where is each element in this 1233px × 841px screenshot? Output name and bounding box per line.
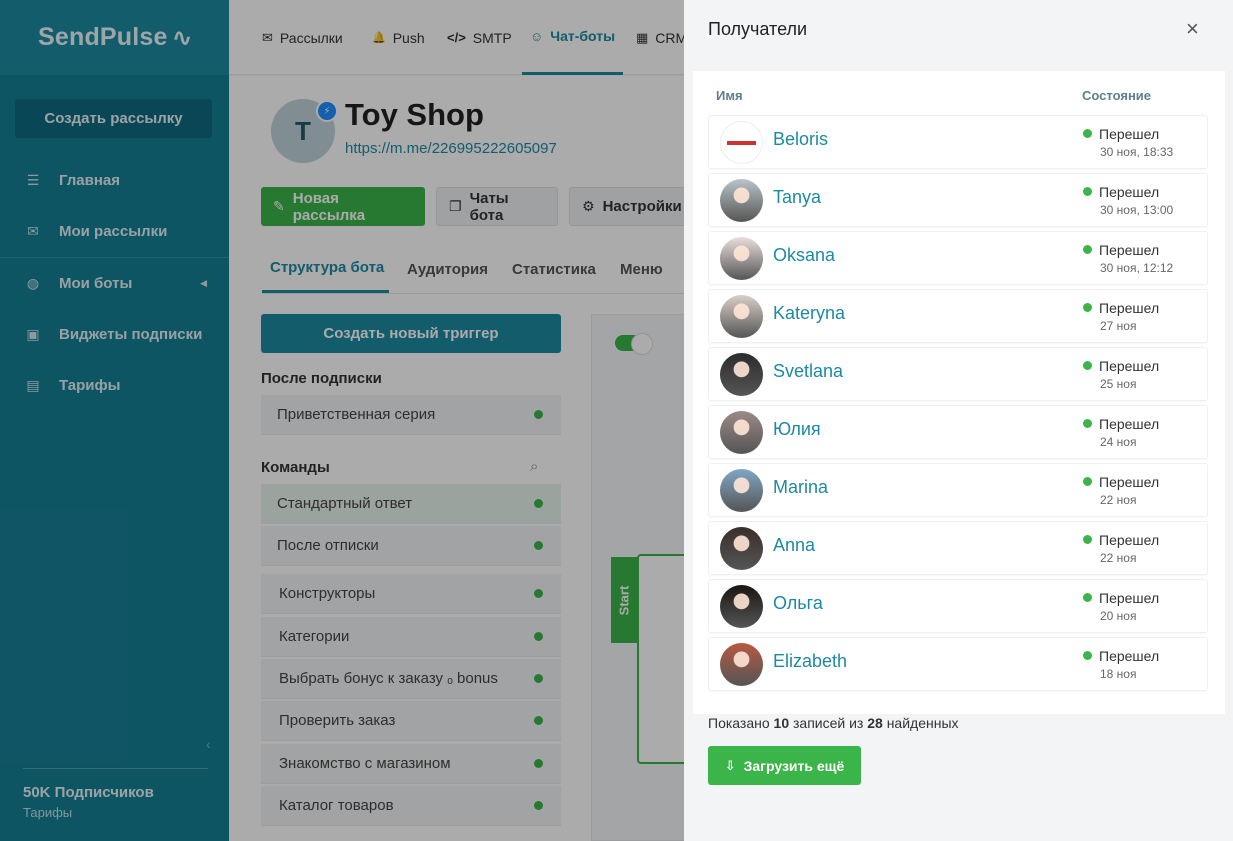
avatar [720,237,763,280]
recipient-row[interactable]: Elizabeth Перешел 18 ноя [708,637,1208,691]
recipient-row[interactable]: Kateryna Перешел 27 ноя [708,289,1208,343]
recipient-row[interactable]: Ольга Перешел 20 ноя [708,579,1208,633]
recipient-date: 27 ноя [1100,319,1137,333]
recipient-state: Перешел [1099,126,1160,142]
recipient-date: 30 ноя, 18:33 [1100,145,1174,159]
recipients-list: Имя Состояние Beloris Перешел 30 ноя, 18:3… [693,71,1225,714]
results-summary: Показано 10 записей из 28 найденных [708,715,959,731]
recipient-state: Перешел [1099,532,1160,548]
summary-text: найденных [886,715,959,731]
shown-count: 10 [773,715,790,731]
recipient-state: Перешел [1099,184,1160,200]
recipient-date: 22 ноя [1100,493,1137,507]
summary-text: записей из [793,715,864,731]
avatar [720,179,763,222]
status-dot [1083,187,1092,196]
recipient-name[interactable]: Kateryna [773,303,845,324]
button-label: Загрузить ещё [743,757,845,774]
recipient-date: 22 ноя [1100,551,1137,565]
status-dot [1083,651,1092,660]
recipient-row[interactable]: Tanya Перешел 30 ноя, 13:00 [708,173,1208,227]
load-more-button[interactable]: ⇩ Загрузить ещё [708,746,861,785]
recipient-row[interactable]: Юлия Перешел 24 ноя [708,405,1208,459]
status-dot [1083,245,1092,254]
recipient-state: Перешел [1099,474,1160,490]
avatar [720,295,763,338]
recipient-name[interactable]: Oksana [773,245,835,266]
recipient-name[interactable]: Tanya [773,187,821,208]
recipient-state: Перешел [1099,300,1160,316]
status-dot [1083,129,1092,138]
status-dot [1083,303,1092,312]
drawer-title: Получатели [708,19,808,39]
avatar [720,469,763,512]
recipient-name[interactable]: Svetlana [773,361,843,382]
recipient-row[interactable]: Svetlana Перешел 25 ноя [708,347,1208,401]
recipient-date: 30 ноя, 12:12 [1100,261,1174,275]
recipient-date: 20 ноя [1100,609,1137,623]
recipient-row[interactable]: Beloris Перешел 30 ноя, 18:33 [708,115,1208,169]
recipient-name[interactable]: Marina [773,477,828,498]
download-icon: ⇩ [724,757,736,773]
status-dot [1083,535,1092,544]
recipient-state: Перешел [1099,590,1160,606]
recipient-state: Перешел [1099,358,1160,374]
recipient-name[interactable]: Anna [773,535,815,556]
recipient-row[interactable]: Marina Перешел 22 ноя [708,463,1208,517]
recipient-state: Перешел [1099,242,1160,258]
recipient-state: Перешел [1099,648,1160,664]
recipients-drawer: Получатели × Имя Состояние Beloris Переше… [684,0,1233,841]
recipient-name[interactable]: Elizabeth [773,651,847,672]
avatar [720,411,763,454]
avatar [720,585,763,628]
close-icon[interactable]: × [1186,18,1199,40]
recipient-state: Перешел [1099,416,1160,432]
recipient-row[interactable]: Oksana Перешел 30 ноя, 12:12 [708,231,1208,285]
total-count: 28 [867,715,883,731]
avatar [720,527,763,570]
column-header-state: Состояние [1082,88,1152,103]
summary-text: Показано [708,715,770,731]
recipient-name[interactable]: Юлия [773,419,821,440]
avatar [720,643,763,686]
status-dot [1083,593,1092,602]
recipient-name[interactable]: Ольга [773,593,823,614]
column-header-name: Имя [716,88,743,103]
recipient-date: 24 ноя [1100,435,1137,449]
avatar [720,353,763,396]
status-dot [1083,419,1092,428]
recipient-date: 30 ноя, 13:00 [1100,203,1174,217]
avatar [720,121,763,164]
recipient-date: 25 ноя [1100,377,1137,391]
recipient-date: 18 ноя [1100,667,1137,681]
recipient-row[interactable]: Anna Перешел 22 ноя [708,521,1208,575]
status-dot [1083,477,1092,486]
status-dot [1083,361,1092,370]
recipient-name[interactable]: Beloris [773,129,828,150]
